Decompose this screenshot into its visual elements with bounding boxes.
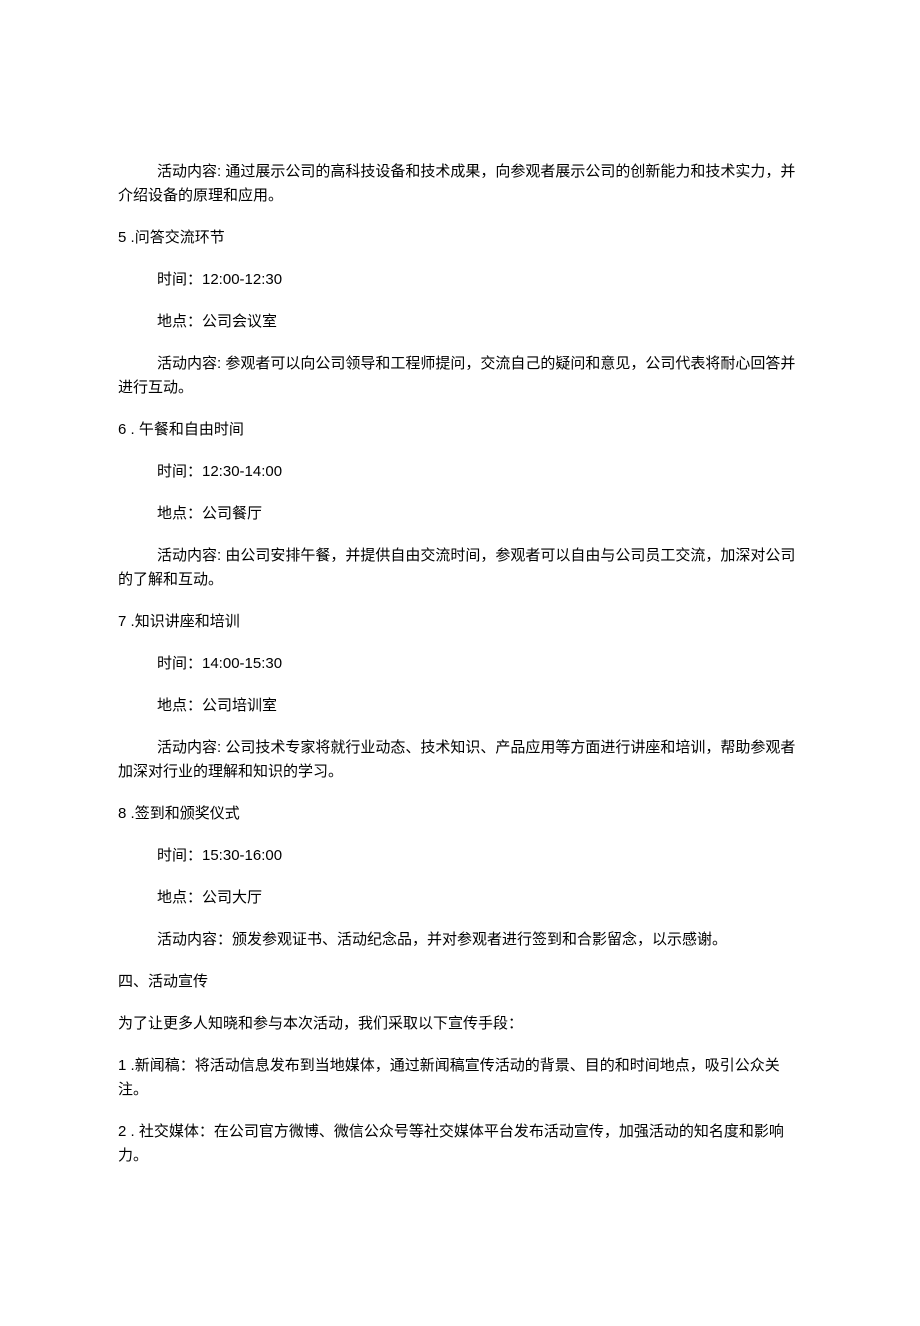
section8-content: 活动内容：颁发参观证书、活动纪念品，并对参观者进行签到和合影留念，以示感谢。 (118, 928, 802, 952)
section8-title: 签到和颁奖仪式 (135, 805, 240, 822)
promo-item2: 2 . 社交媒体：在公司官方微博、微信公众号等社交媒体平台发布活动宣传，加强活动… (118, 1120, 802, 1168)
section6-time: 时间：12:30-14:00 (118, 460, 802, 484)
promo-item1-text: 新闻稿：将活动信息发布到当地媒体，通过新闻稿宣传活动的背景、目的和时间地点，吸引… (118, 1057, 780, 1098)
section4-content: 活动内容: 通过展示公司的高科技设备和技术成果，向参观者展示公司的创新能力和技术… (118, 160, 802, 208)
section5-content: 活动内容: 参观者可以向公司领导和工程师提问，交流自己的疑问和意见，公司代表将耐… (118, 352, 802, 400)
section7-time: 时间：14:00-15:30 (118, 652, 802, 676)
section8-sep: . (126, 805, 134, 822)
section7-sep: . (126, 613, 134, 630)
section8-heading: 8 .签到和颁奖仪式 (118, 802, 802, 826)
section6-sep: . (126, 421, 139, 438)
section6-heading: 6 . 午餐和自由时间 (118, 418, 802, 442)
section7-content: 活动内容: 公司技术专家将就行业动态、技术知识、产品应用等方面进行讲座和培训，帮… (118, 736, 802, 784)
section5-time: 时间：12:00-12:30 (118, 268, 802, 292)
promo-item2-text: 社交媒体：在公司官方微博、微信公众号等社交媒体平台发布活动宣传，加强活动的知名度… (118, 1123, 784, 1164)
section8-place: 地点：公司大厅 (118, 886, 802, 910)
section7-title: 知识讲座和培训 (135, 613, 240, 630)
section5-heading: 5 .问答交流环节 (118, 226, 802, 250)
promo-item2-sep: . (126, 1123, 139, 1140)
promo-intro: 为了让更多人知晓和参与本次活动，我们采取以下宣传手段： (118, 1012, 802, 1036)
section8-time: 时间：15:30-16:00 (118, 844, 802, 868)
section5-title: 问答交流环节 (135, 229, 225, 246)
section6-content: 活动内容: 由公司安排午餐，并提供自由交流时间，参观者可以自由与公司员工交流，加… (118, 544, 802, 592)
section7-heading: 7 .知识讲座和培训 (118, 610, 802, 634)
promo-item1: 1 .新闻稿：将活动信息发布到当地媒体，通过新闻稿宣传活动的背景、目的和时间地点… (118, 1054, 802, 1102)
section6-place: 地点：公司餐厅 (118, 502, 802, 526)
document-page: 活动内容: 通过展示公司的高科技设备和技术成果，向参观者展示公司的创新能力和技术… (0, 0, 920, 1326)
section5-sep: . (126, 229, 134, 246)
section5-place: 地点：公司会议室 (118, 310, 802, 334)
promo-item1-sep: . (126, 1057, 134, 1074)
section7-place: 地点：公司培训室 (118, 694, 802, 718)
promo-heading: 四、活动宣传 (118, 970, 802, 994)
section6-title: 午餐和自由时间 (139, 421, 244, 438)
